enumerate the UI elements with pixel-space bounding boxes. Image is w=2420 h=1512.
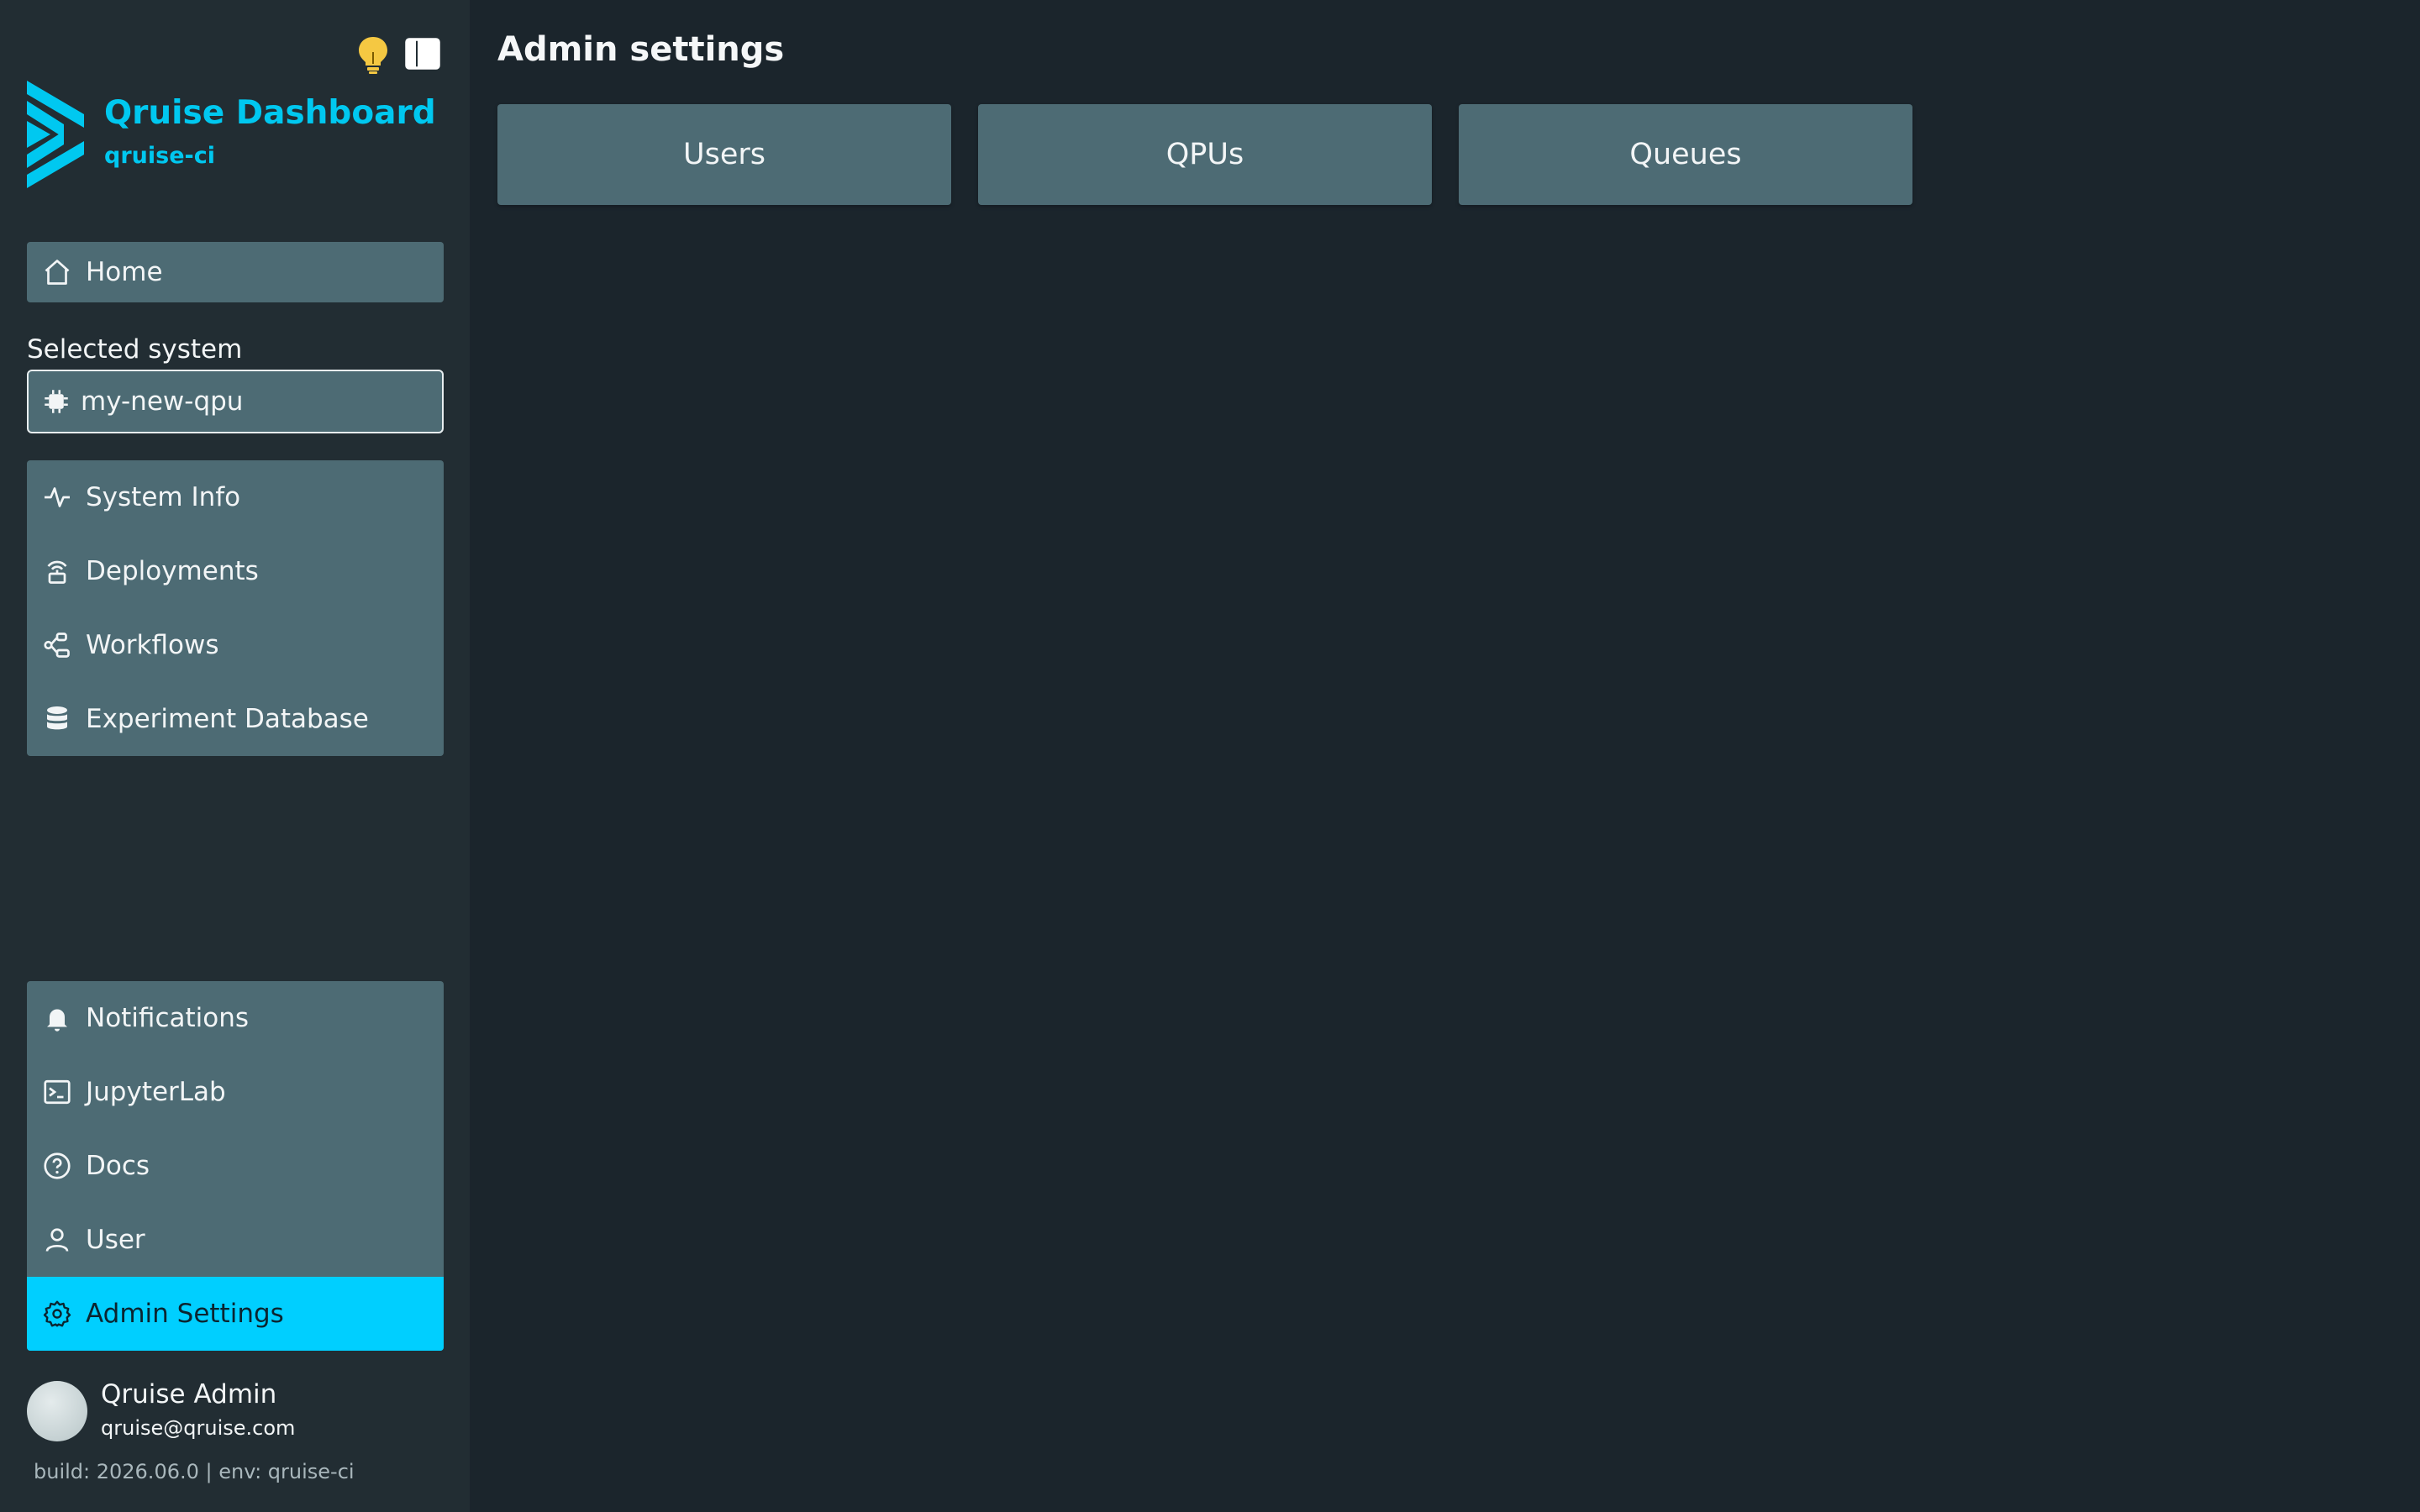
avatar[interactable]: [27, 1381, 87, 1441]
sidebar-item-label: Workflows: [86, 630, 219, 660]
lightbulb-icon[interactable]: [356, 35, 390, 74]
sidebar-item-label: Experiment Database: [86, 704, 369, 734]
sidebar-item-system-info[interactable]: System Info: [27, 460, 444, 534]
users-button[interactable]: Users: [497, 104, 951, 205]
system-select[interactable]: my-new-qpu: [27, 370, 444, 433]
qruise-logo-icon: [27, 81, 84, 188]
qpus-button[interactable]: QPUs: [978, 104, 1432, 205]
build-info: build: 2026.06.0 | env: qruise-ci: [34, 1460, 355, 1483]
sidebar-item-notifications[interactable]: Notifications: [27, 981, 444, 1055]
sidebar: Qruise Dashboard qruise-ci Home Selected…: [0, 0, 470, 1512]
user-name: Qruise Admin: [101, 1379, 277, 1410]
sidebar-item-experiment-database[interactable]: Experiment Database: [27, 682, 444, 756]
queues-button[interactable]: Queues: [1459, 104, 1912, 205]
sidebar-item-label: Docs: [86, 1151, 150, 1181]
selected-system-label: Selected system: [27, 334, 243, 365]
sidebar-item-home[interactable]: Home: [27, 242, 444, 302]
sidebar-item-label: Deployments: [86, 556, 259, 586]
top-icons: [356, 34, 449, 76]
user-icon: [45, 1228, 69, 1252]
page-title: Admin settings: [497, 30, 785, 69]
home-icon: [45, 260, 70, 285]
system-nav-group: System Info Deployments Workflows Experi…: [27, 460, 444, 756]
bottom-nav-group: Notifications JupyterLab Docs User Admin…: [27, 981, 444, 1351]
chip-icon: [45, 390, 68, 413]
sidebar-toggle-icon[interactable]: [405, 38, 440, 70]
deployment-icon: [47, 560, 67, 584]
main-content: Admin settings Users QPUs Queues: [470, 0, 2420, 1512]
sidebar-item-workflows[interactable]: Workflows: [27, 608, 444, 682]
sidebar-item-user[interactable]: User: [27, 1203, 444, 1277]
sidebar-item-label: JupyterLab: [86, 1077, 226, 1107]
user-email: qruise@qruise.com: [101, 1416, 296, 1440]
brand-title: Qruise Dashboard: [104, 94, 436, 132]
database-icon: [47, 706, 67, 730]
terminal-icon: [44, 1079, 71, 1105]
sidebar-item-label: System Info: [86, 482, 241, 512]
user-profile[interactable]: Qruise Admin qruise@qruise.com: [27, 1379, 447, 1443]
sidebar-item-label: User: [86, 1225, 145, 1255]
sidebar-item-deployments[interactable]: Deployments: [27, 534, 444, 608]
sidebar-item-label: Notifications: [86, 1003, 250, 1033]
brand-subtitle: qruise-ci: [104, 143, 215, 169]
activity-icon: [45, 487, 70, 507]
sidebar-item-admin-settings[interactable]: Admin Settings: [27, 1277, 444, 1351]
home-nav: Home: [27, 242, 444, 302]
bell-icon: [47, 1009, 67, 1032]
sidebar-item-jupyterlab[interactable]: JupyterLab: [27, 1055, 444, 1129]
gear-icon: [43, 1300, 71, 1327]
sidebar-item-label: Admin Settings: [86, 1299, 284, 1329]
sidebar-item-docs[interactable]: Docs: [27, 1129, 444, 1203]
sidebar-item-label: Home: [86, 257, 163, 287]
help-circle-icon: [44, 1152, 71, 1179]
workflow-icon: [44, 633, 70, 658]
selected-system-value: my-new-qpu: [81, 386, 244, 417]
